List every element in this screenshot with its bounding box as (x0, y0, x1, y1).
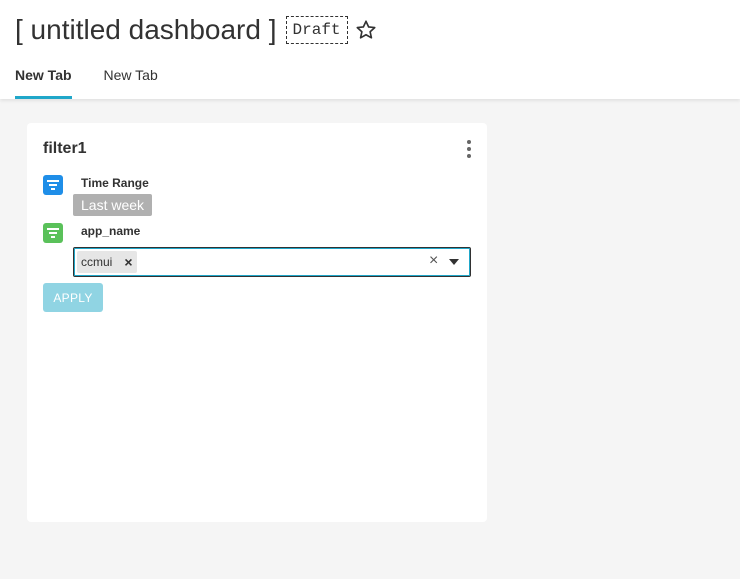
app-name-label: app_name (81, 224, 141, 238)
remove-chip-icon[interactable]: × (124, 251, 132, 273)
dashboard-title[interactable]: [ untitled dashboard ] (15, 14, 277, 46)
apply-button[interactable]: APPLY (43, 283, 103, 312)
clear-selection-icon[interactable]: × (429, 252, 438, 270)
favorite-star-icon[interactable] (355, 19, 377, 41)
dashboard-header: [ untitled dashboard ] Draft New Tab New… (0, 0, 740, 99)
chevron-down-icon[interactable] (449, 259, 459, 265)
time-range-label: Time Range (81, 176, 149, 190)
filter-card: filter1 Time Range Last week app_name cc… (27, 123, 487, 522)
tab-bar: New Tab New Tab (15, 60, 190, 99)
app-name-select[interactable]: ccmui × × (73, 247, 471, 277)
more-vertical-icon[interactable] (465, 140, 473, 160)
filter-icon (43, 175, 63, 195)
selected-value-chip: ccmui × (77, 251, 137, 273)
draft-status-badge: Draft (285, 16, 348, 44)
filter-icon (43, 223, 63, 243)
title-row: [ untitled dashboard ] Draft (15, 12, 377, 48)
tab-new-tab-2[interactable]: New Tab (104, 60, 158, 99)
tab-new-tab-1[interactable]: New Tab (15, 60, 72, 99)
time-range-value[interactable]: Last week (73, 194, 153, 216)
filter-card-title: filter1 (43, 140, 87, 157)
chip-label: ccmui (81, 255, 113, 269)
